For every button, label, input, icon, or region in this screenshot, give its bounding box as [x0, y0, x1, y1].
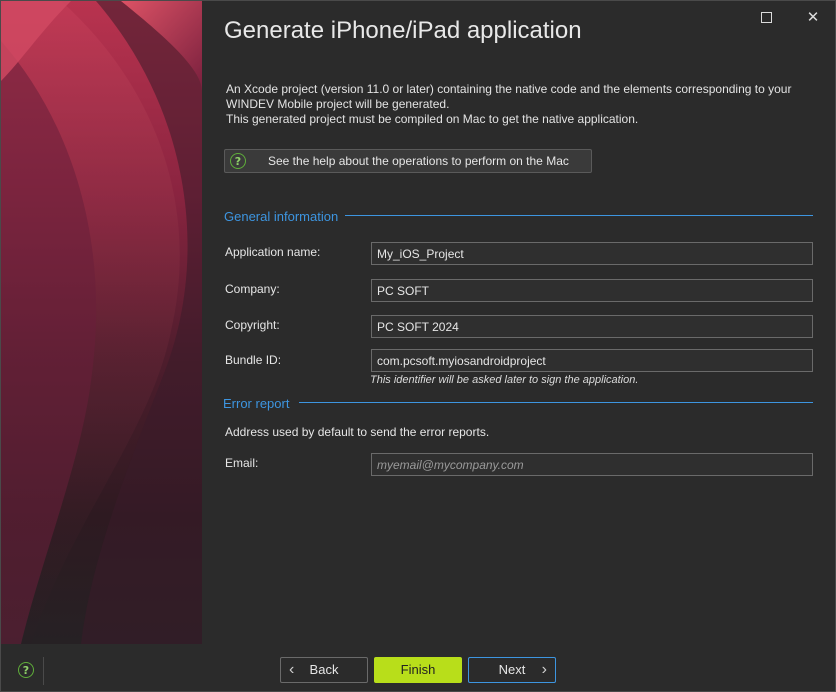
help-icon[interactable]: ? — [18, 662, 34, 678]
maximize-button[interactable] — [753, 7, 779, 27]
app-name-input[interactable] — [371, 242, 813, 265]
footer-divider — [43, 657, 44, 685]
mac-help-label: See the help about the operations to per… — [268, 154, 569, 168]
app-name-label: Application name: — [225, 245, 321, 259]
bundle-id-input[interactable] — [371, 349, 813, 372]
intro-line-1: An Xcode project (version 11.0 or later)… — [226, 82, 792, 96]
general-information-heading: General information — [224, 209, 339, 224]
next-label: Next — [498, 662, 526, 677]
bundle-id-hint: This identifier will be asked later to s… — [370, 374, 639, 386]
bundle-id-label: Bundle ID: — [225, 353, 282, 367]
next-button[interactable]: Next › — [468, 657, 556, 683]
chevron-right-icon: › — [541, 661, 547, 678]
email-input[interactable] — [371, 453, 813, 476]
copyright-label: Copyright: — [225, 318, 280, 332]
help-icon: ? — [230, 153, 246, 169]
company-input[interactable] — [371, 279, 813, 302]
copyright-input[interactable] — [371, 315, 813, 338]
section-divider — [299, 402, 813, 403]
maximize-icon — [760, 12, 772, 23]
close-button[interactable]: ✕ — [800, 7, 826, 27]
close-icon: ✕ — [806, 8, 820, 26]
error-report-note: Address used by default to send the erro… — [225, 425, 490, 439]
error-report-heading: Error report — [223, 396, 290, 411]
section-divider — [345, 215, 813, 216]
email-label: Email: — [225, 456, 259, 470]
intro-text: An Xcode project (version 11.0 or later)… — [226, 82, 816, 127]
finish-label: Finish — [400, 662, 436, 677]
back-label: Back — [309, 662, 339, 677]
page-title: Generate iPhone/iPad application — [224, 17, 582, 44]
mac-help-button[interactable]: ? See the help about the operations to p… — [224, 149, 592, 173]
back-button[interactable]: ‹ Back — [280, 657, 368, 683]
company-label: Company: — [225, 282, 280, 296]
finish-button[interactable]: Finish — [374, 657, 462, 683]
intro-line-3: This generated project must be compiled … — [226, 112, 639, 126]
wizard-window: ? ✕ Generate iPhone/iPad application An … — [0, 0, 836, 692]
decorative-side-image — [1, 1, 202, 644]
chevron-left-icon: ‹ — [289, 661, 295, 678]
intro-line-2: WINDEV Mobile project will be generated. — [226, 97, 450, 111]
